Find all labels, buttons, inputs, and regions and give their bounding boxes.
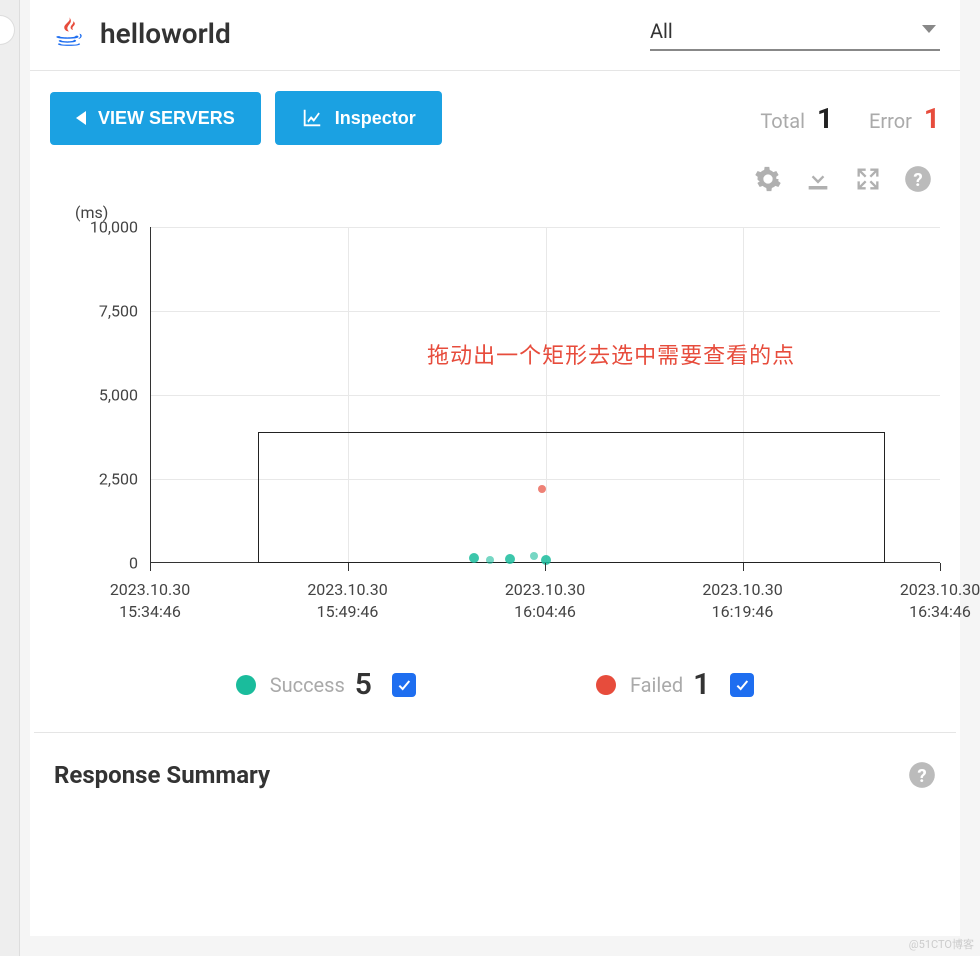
page-title: helloworld — [100, 17, 231, 50]
inspector-button[interactable]: Inspector — [275, 91, 442, 145]
sidebar-stub — [0, 0, 20, 956]
x-tick: 2023.10.3016:19:46 — [702, 579, 782, 624]
sidebar-toggle[interactable] — [0, 15, 15, 45]
chevron-left-icon — [76, 111, 86, 125]
main-panel: helloworld All VIEW SERVERS Inspector To… — [30, 0, 960, 936]
y-tick: 7,500 — [99, 302, 138, 321]
x-tick: 2023.10.3015:34:46 — [110, 579, 190, 624]
view-servers-label: VIEW SERVERS — [98, 108, 235, 129]
response-summary-section: Response Summary ? — [30, 733, 960, 817]
failed-value: 1 — [693, 667, 710, 702]
chart-area: 02,5005,0007,50010,000 拖动出一个矩形去选中需要查看的点 … — [50, 227, 940, 587]
chart-toolbar: ? — [30, 155, 960, 193]
total-value: 1 — [817, 102, 833, 135]
success-dot-icon — [236, 675, 256, 695]
view-servers-button[interactable]: VIEW SERVERS — [50, 92, 261, 145]
success-checkbox[interactable] — [392, 673, 416, 697]
watermark: @51CTO博客 — [909, 936, 974, 952]
svg-text:?: ? — [913, 169, 922, 191]
success-label: Success — [270, 673, 345, 697]
x-tick: 2023.10.3016:04:46 — [505, 579, 585, 624]
data-point[interactable] — [505, 554, 515, 564]
y-tick: 5,000 — [99, 386, 138, 405]
plot-area[interactable]: 拖动出一个矩形去选中需要查看的点 — [150, 227, 940, 563]
legend-failed: Failed 1 — [596, 667, 754, 702]
java-icon — [50, 14, 88, 52]
y-axis: 02,5005,0007,50010,000 — [50, 227, 150, 587]
error-value: 1 — [924, 102, 940, 135]
chart-line-icon — [301, 107, 323, 129]
total-label: Total — [760, 109, 805, 133]
download-icon[interactable] — [804, 165, 832, 193]
chevron-down-icon — [922, 25, 936, 33]
legend-success: Success 5 — [236, 667, 416, 702]
success-value: 5 — [355, 667, 372, 702]
y-tick: 0 — [129, 554, 138, 573]
failed-checkbox[interactable] — [730, 673, 754, 697]
y-tick: 10,000 — [90, 218, 138, 237]
help-icon[interactable]: ? — [908, 761, 936, 789]
total-stat: Total 1 — [760, 102, 833, 135]
toolbar: VIEW SERVERS Inspector Total 1 Error 1 — [30, 71, 960, 155]
gear-icon[interactable] — [754, 165, 782, 193]
filter-select-value: All — [650, 19, 673, 43]
data-point[interactable] — [486, 556, 494, 564]
chart[interactable]: (ms) 02,5005,0007,50010,000 拖动出一个矩形去选中需要… — [50, 203, 940, 587]
header: helloworld All — [30, 0, 960, 71]
error-label: Error — [869, 109, 912, 133]
x-axis: 2023.10.3015:34:462023.10.3015:49:462023… — [150, 567, 940, 627]
response-summary-title: Response Summary — [54, 761, 270, 789]
annotation-text: 拖动出一个矩形去选中需要查看的点 — [427, 338, 795, 370]
x-tick: 2023.10.3015:49:46 — [307, 579, 387, 624]
data-point[interactable] — [538, 485, 546, 493]
data-point[interactable] — [469, 553, 479, 563]
x-tick: 2023.10.3016:34:46 — [900, 579, 980, 624]
failed-label: Failed — [630, 673, 683, 697]
error-stat: Error 1 — [869, 102, 940, 135]
filter-select[interactable]: All — [650, 15, 940, 51]
expand-icon[interactable] — [854, 165, 882, 193]
data-point[interactable] — [530, 552, 538, 560]
inspector-label: Inspector — [335, 108, 416, 129]
failed-dot-icon — [596, 675, 616, 695]
help-icon[interactable]: ? — [904, 165, 932, 193]
y-tick: 2,500 — [99, 470, 138, 489]
svg-text:?: ? — [917, 765, 926, 787]
selection-rectangle[interactable] — [258, 432, 885, 563]
stats: Total 1 Error 1 — [760, 102, 940, 135]
